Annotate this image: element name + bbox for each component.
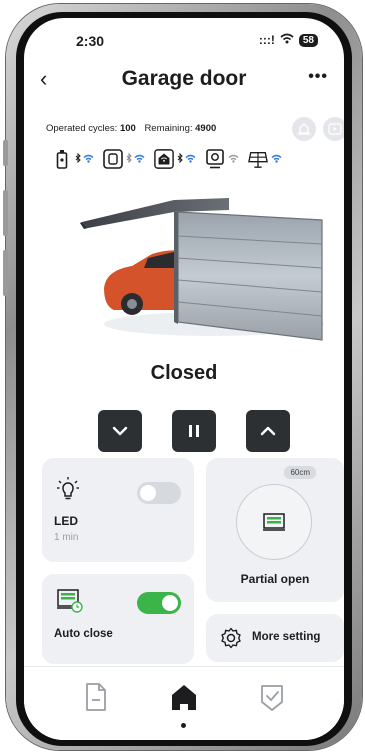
wifi-icon bbox=[228, 150, 239, 168]
led-card[interactable]: LED 1 min bbox=[42, 458, 194, 562]
device-hub[interactable] bbox=[103, 149, 145, 169]
gear-icon bbox=[220, 627, 242, 654]
document-icon bbox=[86, 683, 106, 711]
remaining-value: 4900 bbox=[195, 123, 217, 134]
alarm-icon bbox=[298, 123, 310, 135]
shield-check-icon bbox=[261, 685, 283, 711]
nav-security[interactable] bbox=[254, 679, 290, 715]
wifi-icon bbox=[83, 150, 94, 168]
device-solar-panel[interactable] bbox=[248, 149, 282, 169]
status-bar: 2:30 :::! 58 bbox=[24, 33, 344, 53]
led-title: LED bbox=[54, 514, 78, 528]
pause-icon bbox=[189, 425, 199, 437]
partial-open-badge: 60cm bbox=[284, 466, 316, 479]
nav-home[interactable] bbox=[166, 679, 202, 715]
garage-illustration bbox=[74, 192, 324, 342]
wifi-icon bbox=[271, 150, 282, 168]
side-button bbox=[3, 140, 8, 166]
signal-icon: :::! bbox=[258, 33, 275, 47]
open-door-button[interactable] bbox=[246, 410, 290, 452]
door-state: Closed bbox=[150, 362, 218, 384]
video-icon bbox=[328, 123, 342, 135]
wifi-icon bbox=[134, 150, 145, 168]
lightbulb-icon bbox=[56, 476, 80, 507]
nav-document[interactable] bbox=[78, 679, 114, 715]
hub-icon bbox=[103, 149, 123, 169]
bottom-nav bbox=[24, 666, 344, 740]
side-button bbox=[3, 190, 8, 236]
auto-close-title: Auto close bbox=[54, 628, 113, 640]
status-icons: :::! 58 bbox=[259, 33, 318, 47]
header: ‹ Garage door ••• bbox=[24, 66, 344, 96]
pause-door-button[interactable] bbox=[172, 410, 216, 452]
device-camera[interactable] bbox=[205, 149, 239, 169]
more-setting-label: More setting bbox=[252, 631, 321, 643]
garage-opener-icon bbox=[154, 149, 174, 169]
chevron-down-icon bbox=[112, 426, 128, 436]
bluetooth-icon bbox=[126, 150, 132, 168]
battery-icon: 58 bbox=[298, 33, 318, 47]
wifi-icon bbox=[185, 150, 196, 168]
partial-open-label: Partial open bbox=[240, 572, 310, 586]
active-indicator bbox=[181, 723, 186, 728]
operated-cycles-label: Operated cycles: bbox=[46, 123, 118, 134]
cycles-info: Operated cycles: 100 Remaining: 4900 bbox=[46, 123, 216, 134]
toggle-knob bbox=[140, 485, 156, 501]
garage-door-icon bbox=[263, 513, 285, 531]
chevron-up-icon bbox=[260, 426, 276, 436]
toggle-knob bbox=[162, 595, 178, 611]
remote-icon bbox=[52, 149, 72, 169]
bluetooth-icon bbox=[177, 150, 183, 168]
wifi-icon bbox=[280, 33, 294, 47]
solar-panel-icon bbox=[248, 149, 268, 169]
camera-icon bbox=[205, 149, 225, 169]
page-title: Garage door bbox=[121, 67, 247, 90]
bluetooth-icon bbox=[75, 150, 81, 168]
led-toggle[interactable] bbox=[137, 482, 181, 504]
more-setting-button[interactable]: More setting bbox=[206, 614, 344, 662]
partial-open-card[interactable]: Partial open bbox=[206, 458, 344, 602]
device-garage-opener[interactable] bbox=[154, 149, 196, 169]
partial-open-button[interactable] bbox=[236, 484, 312, 560]
auto-close-toggle[interactable] bbox=[137, 592, 181, 614]
auto-close-icon bbox=[56, 588, 84, 619]
app-screen: 2:30 :::! 58 ‹ Garage door ••• Operated … bbox=[24, 18, 344, 740]
close-door-button[interactable] bbox=[98, 410, 142, 452]
auto-close-card[interactable]: Auto close bbox=[42, 574, 194, 664]
led-subtitle: 1 min bbox=[54, 532, 79, 543]
remaining-label: Remaining: bbox=[144, 123, 193, 134]
alarm-button[interactable] bbox=[292, 117, 316, 141]
status-time: 2:30 bbox=[76, 33, 105, 49]
side-button bbox=[3, 250, 8, 296]
video-button[interactable] bbox=[323, 117, 344, 141]
operated-cycles-value: 100 bbox=[119, 123, 136, 134]
device-status-row bbox=[52, 149, 291, 169]
more-icon[interactable]: ••• bbox=[308, 66, 328, 88]
device-remote[interactable] bbox=[52, 149, 94, 169]
home-icon bbox=[172, 685, 196, 710]
